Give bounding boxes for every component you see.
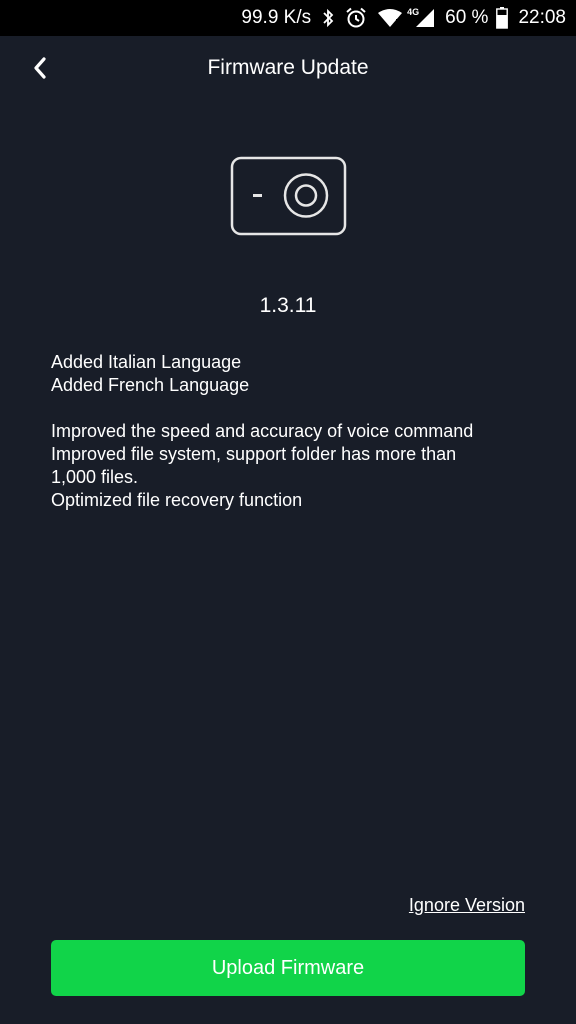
- firmware-update-screen: 99.9 K/s 4G 60 % 22:08 Firmware Update 1…: [0, 0, 576, 1024]
- note-spacer: [51, 397, 531, 420]
- battery-percent: 60 %: [445, 7, 489, 28]
- note-line: Added French Language: [51, 375, 250, 395]
- signal-icon: 4G: [407, 7, 435, 28]
- release-notes: Added Italian Language Added French Lang…: [51, 351, 531, 512]
- note-line: Added Italian Language: [51, 352, 242, 372]
- wifi-icon: [377, 8, 403, 28]
- status-bar: 99.9 K/s 4G 60 % 22:08: [0, 0, 576, 36]
- battery-icon: [496, 7, 509, 29]
- firmware-version: 1.3.11: [259, 294, 317, 317]
- page-title: Firmware Update: [207, 56, 369, 79]
- note-line: 1,000 files.: [51, 467, 139, 487]
- upload-firmware-button[interactable]: Upload Firmware: [51, 940, 525, 996]
- camera-icon: [230, 156, 347, 236]
- alarm-icon: [345, 7, 367, 29]
- ignore-version-link[interactable]: Ignore Version: [409, 895, 525, 916]
- bluetooth-icon: [321, 8, 335, 28]
- network-type: 4G: [407, 7, 420, 17]
- note-line: Optimized file recovery function: [51, 490, 303, 510]
- app-bar: Firmware Update: [0, 36, 576, 100]
- note-line: Improved the speed and accuracy of voice…: [51, 421, 474, 441]
- clock: 22:08: [518, 7, 566, 28]
- net-speed: 99.9 K/s: [241, 7, 312, 28]
- note-line: Improved file system, support folder has…: [51, 444, 457, 464]
